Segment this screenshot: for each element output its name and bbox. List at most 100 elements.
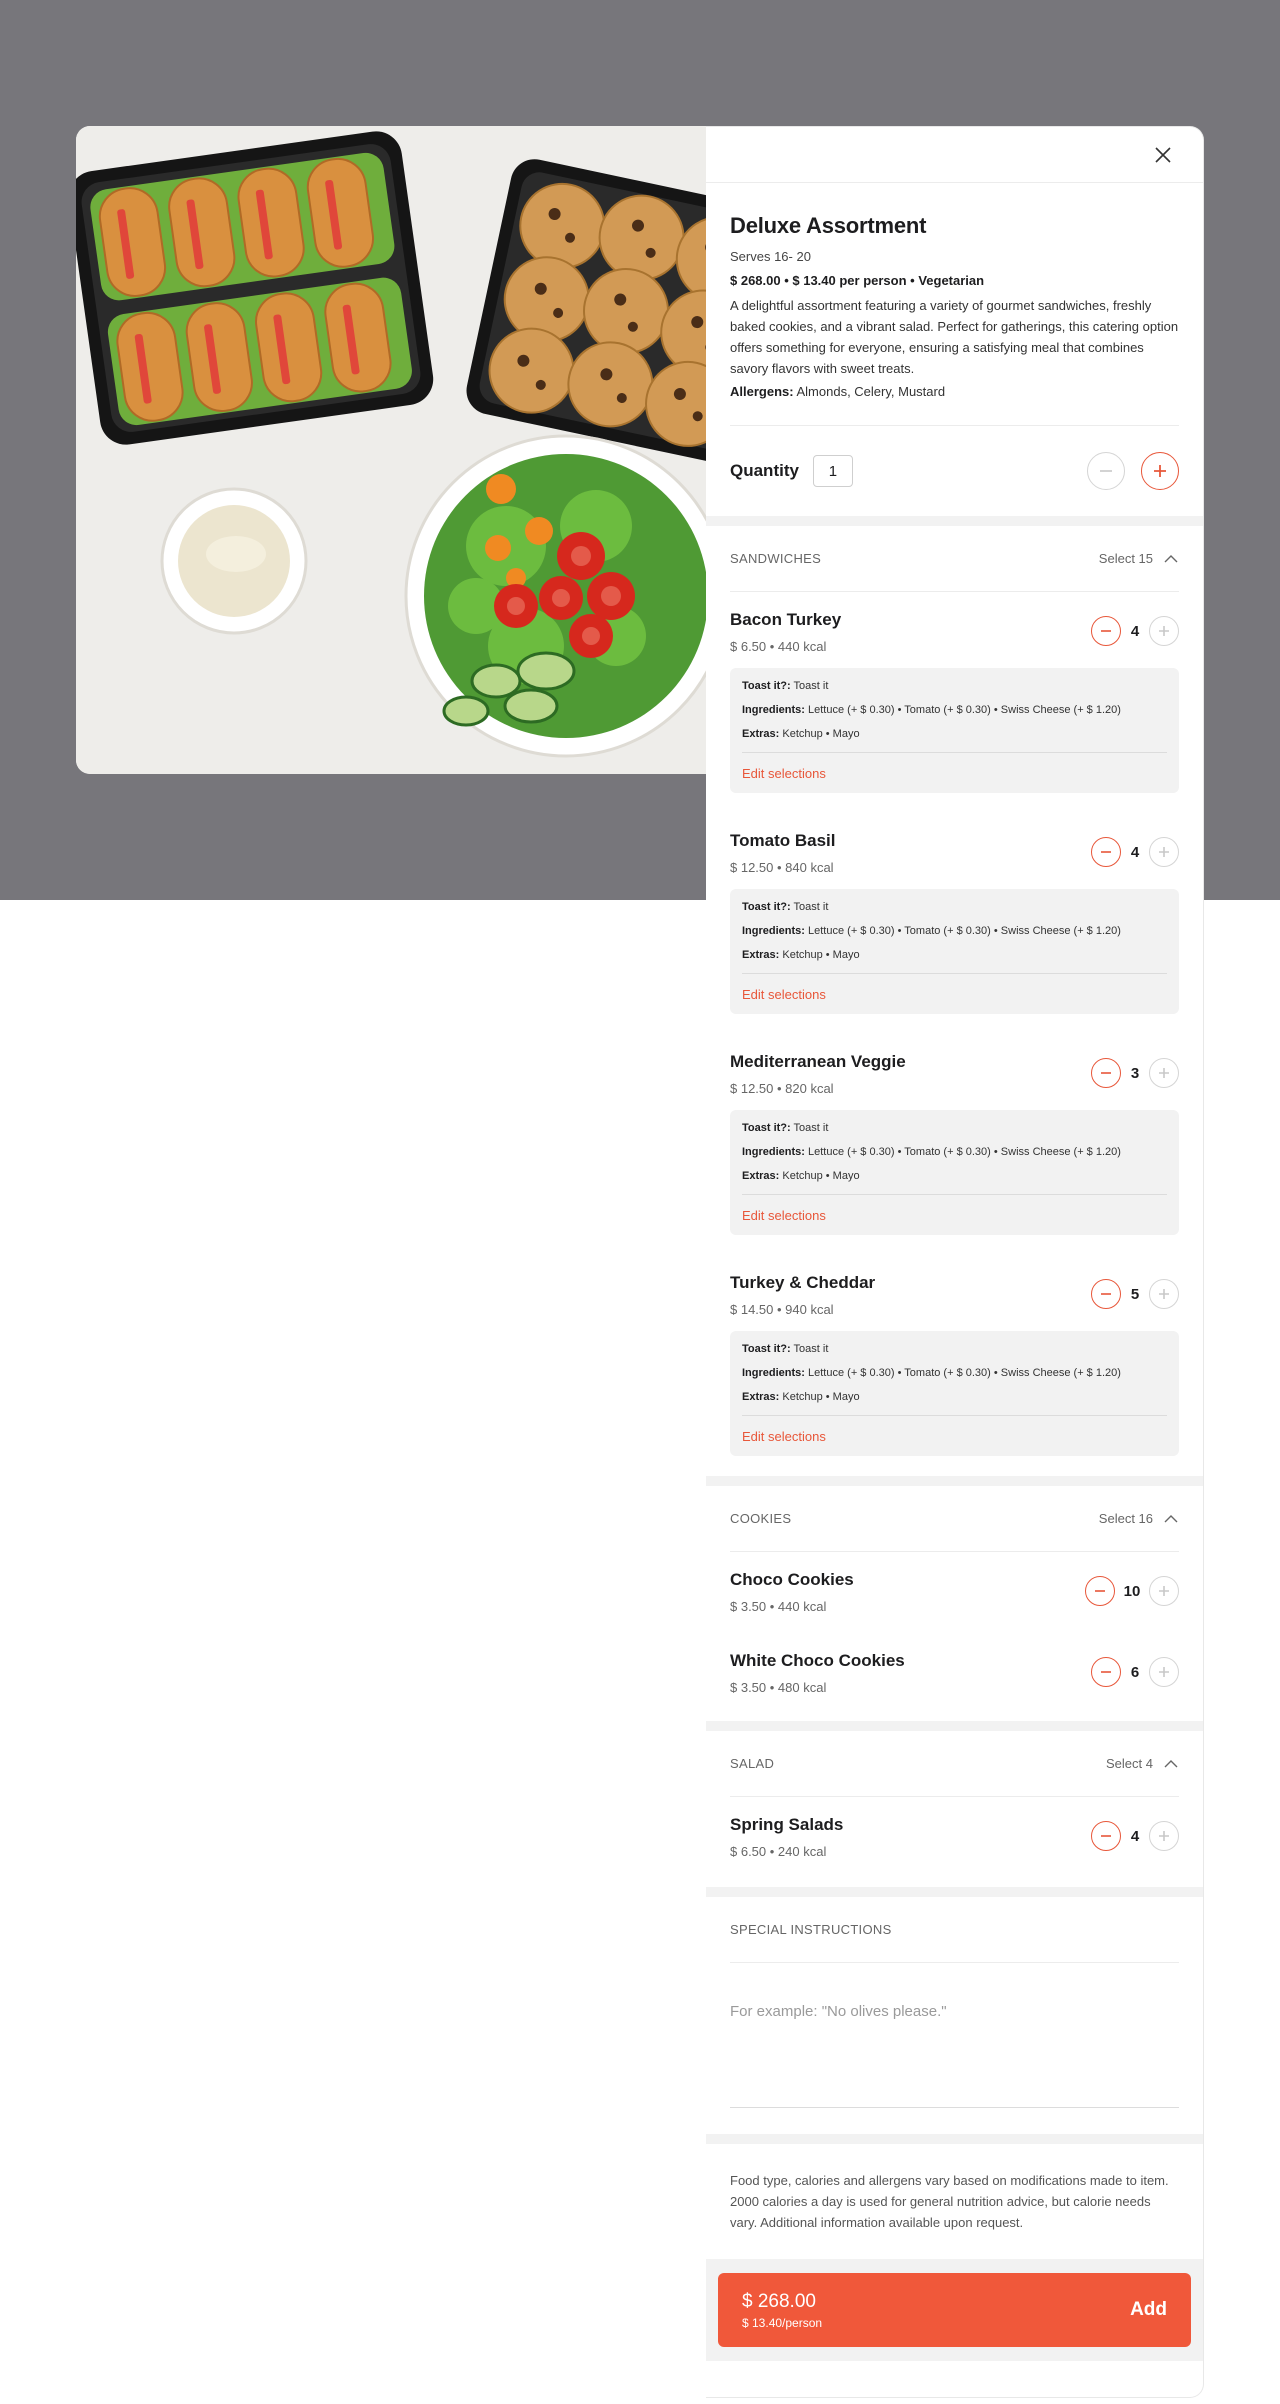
special-instructions-header: SPECIAL INSTRUCTIONS <box>730 1897 1179 1963</box>
section-divider <box>706 1476 1203 1486</box>
extras-value: Ketchup • Mayo <box>782 949 860 961</box>
ingredients-line: Ingredients: Lettuce (+ $ 0.30) • Tomato… <box>742 925 1167 937</box>
item-stepper: 3 <box>1091 1058 1179 1088</box>
section-select: Select 15 <box>1099 551 1179 566</box>
toast-line: Toast it?: Toast it <box>742 680 1167 692</box>
close-icon[interactable] <box>1151 143 1175 167</box>
section-header-salad[interactable]: SALAD Select 4 <box>730 1731 1179 1797</box>
item-increase-button[interactable] <box>1149 837 1179 867</box>
item-decrease-button[interactable] <box>1091 1279 1121 1309</box>
extras-line: Extras: Ketchup • Mayo <box>742 1391 1167 1403</box>
extras-line: Extras: Ketchup • Mayo <box>742 728 1167 740</box>
product-detail-panel: Deluxe Assortment Serves 16- 20 $ 268.00… <box>706 126 1204 2398</box>
item-count: 5 <box>1130 1285 1140 1303</box>
toast-label: Toast it?: <box>742 1343 791 1355</box>
plus-icon <box>1159 626 1169 636</box>
item-decrease-button[interactable] <box>1091 616 1121 646</box>
section-divider <box>706 516 1203 526</box>
nutrition-disclaimer: Food type, calories and allergens vary b… <box>730 2173 1169 2230</box>
item-increase-button[interactable] <box>1149 1821 1179 1851</box>
per-person-price: $ 13.40/person <box>742 2315 823 2330</box>
section-header-sandwiches[interactable]: SANDWICHES Select 15 <box>730 526 1179 592</box>
item-details: Toast it?: Toast it Ingredients: Lettuce… <box>730 1110 1179 1235</box>
edit-selections-link[interactable]: Edit selections <box>742 1195 1167 1235</box>
add-label: Add <box>1130 2299 1167 2320</box>
item-decrease-button[interactable] <box>1091 1657 1121 1687</box>
item-increase-button[interactable] <box>1149 1279 1179 1309</box>
item-decrease-button[interactable] <box>1091 1058 1121 1088</box>
quantity-increase-button[interactable] <box>1141 452 1179 490</box>
edit-selections-link[interactable]: Edit selections <box>742 753 1167 793</box>
plus-icon <box>1154 465 1166 477</box>
list-item-cookie: Choco Cookies $ 3.50 • 440 kcal 10 <box>706 1552 1203 1633</box>
edit-selections-link[interactable]: Edit selections <box>742 974 1167 1014</box>
ingredients-label: Ingredients: <box>742 1146 805 1158</box>
item-decrease-button[interactable] <box>1091 1821 1121 1851</box>
item-increase-button[interactable] <box>1149 616 1179 646</box>
total-price: $ 268.00 <box>742 2290 816 2312</box>
item-count: 10 <box>1123 1582 1141 1600</box>
item-stepper: 4 <box>1091 837 1179 867</box>
section-divider <box>706 1887 1203 1897</box>
ingredients-line: Ingredients: Lettuce (+ $ 0.30) • Tomato… <box>742 1146 1167 1158</box>
ingredients-line: Ingredients: Lettuce (+ $ 0.30) • Tomato… <box>742 704 1167 716</box>
special-instructions-input[interactable] <box>730 2003 1179 2020</box>
minus-icon <box>1101 1072 1111 1074</box>
extras-label: Extras: <box>742 728 780 740</box>
item-stepper: 10 <box>1085 1576 1179 1606</box>
toast-label: Toast it?: <box>742 901 791 913</box>
minus-icon <box>1095 1590 1105 1592</box>
item-details: Toast it?: Toast it Ingredients: Lettuce… <box>730 668 1179 793</box>
edit-selections-link[interactable]: Edit selections <box>742 1416 1167 1456</box>
extras-value: Ketchup • Mayo <box>782 1170 860 1182</box>
minus-icon <box>1101 630 1111 632</box>
price-line: $ 268.00 • $ 13.40 per person • Vegetari… <box>730 273 985 288</box>
item-increase-button[interactable] <box>1149 1576 1179 1606</box>
item-decrease-button[interactable] <box>1091 837 1121 867</box>
item-count: 4 <box>1130 1827 1140 1845</box>
section-select: Select 4 <box>1106 1756 1179 1771</box>
toast-label: Toast it?: <box>742 680 791 692</box>
item-increase-button[interactable] <box>1149 1058 1179 1088</box>
item-count: 4 <box>1130 843 1140 861</box>
quantity-decrease-button[interactable] <box>1087 452 1125 490</box>
item-increase-button[interactable] <box>1149 1657 1179 1687</box>
item-count: 3 <box>1130 1064 1140 1082</box>
section-title: COOKIES <box>730 1511 792 1526</box>
minus-icon <box>1101 851 1111 853</box>
section-divider <box>706 2134 1203 2144</box>
add-to-cart-button[interactable]: $ 268.00 $ 13.40/person Add <box>718 2273 1191 2347</box>
price-summary: $ 268.00 $ 13.40/person <box>742 2291 822 2330</box>
chevron-up-icon[interactable] <box>1163 1514 1179 1524</box>
quantity-field[interactable]: 1 <box>812 455 853 487</box>
section-header-cookies[interactable]: COOKIES Select 16 <box>730 1486 1179 1552</box>
extras-label: Extras: <box>742 949 780 961</box>
quantity-stepper <box>1087 452 1179 490</box>
special-instructions-box <box>730 1963 1179 2108</box>
item-decrease-button[interactable] <box>1085 1576 1115 1606</box>
ingredients-value: Lettuce (+ $ 0.30) • Tomato (+ $ 0.30) •… <box>808 1367 1121 1379</box>
ingredients-label: Ingredients: <box>742 704 805 716</box>
section-title: SANDWICHES <box>730 551 822 566</box>
quantity-label: Quantity <box>730 461 799 480</box>
product-image <box>76 126 706 774</box>
section-select: Select 16 <box>1099 1511 1179 1526</box>
item-stepper: 5 <box>1091 1279 1179 1309</box>
extras-line: Extras: Ketchup • Mayo <box>742 1170 1167 1182</box>
list-item-sandwich: Turkey & Cheddar $ 14.50 • 940 kcal 5 To… <box>706 1255 1203 1476</box>
chevron-up-icon[interactable] <box>1163 1759 1179 1769</box>
ingredients-value: Lettuce (+ $ 0.30) • Tomato (+ $ 0.30) •… <box>808 925 1121 937</box>
item-stepper: 4 <box>1091 616 1179 646</box>
extras-line: Extras: Ketchup • Mayo <box>742 949 1167 961</box>
minus-icon <box>1101 1671 1111 1673</box>
minus-icon <box>1101 1293 1111 1295</box>
toast-value: Toast it <box>793 680 829 692</box>
item-stepper: 4 <box>1091 1821 1179 1851</box>
chevron-up-icon[interactable] <box>1163 554 1179 564</box>
select-count: Select 16 <box>1098 1511 1153 1526</box>
toast-line: Toast it?: Toast it <box>742 1343 1167 1355</box>
section-title: SALAD <box>730 1756 775 1771</box>
